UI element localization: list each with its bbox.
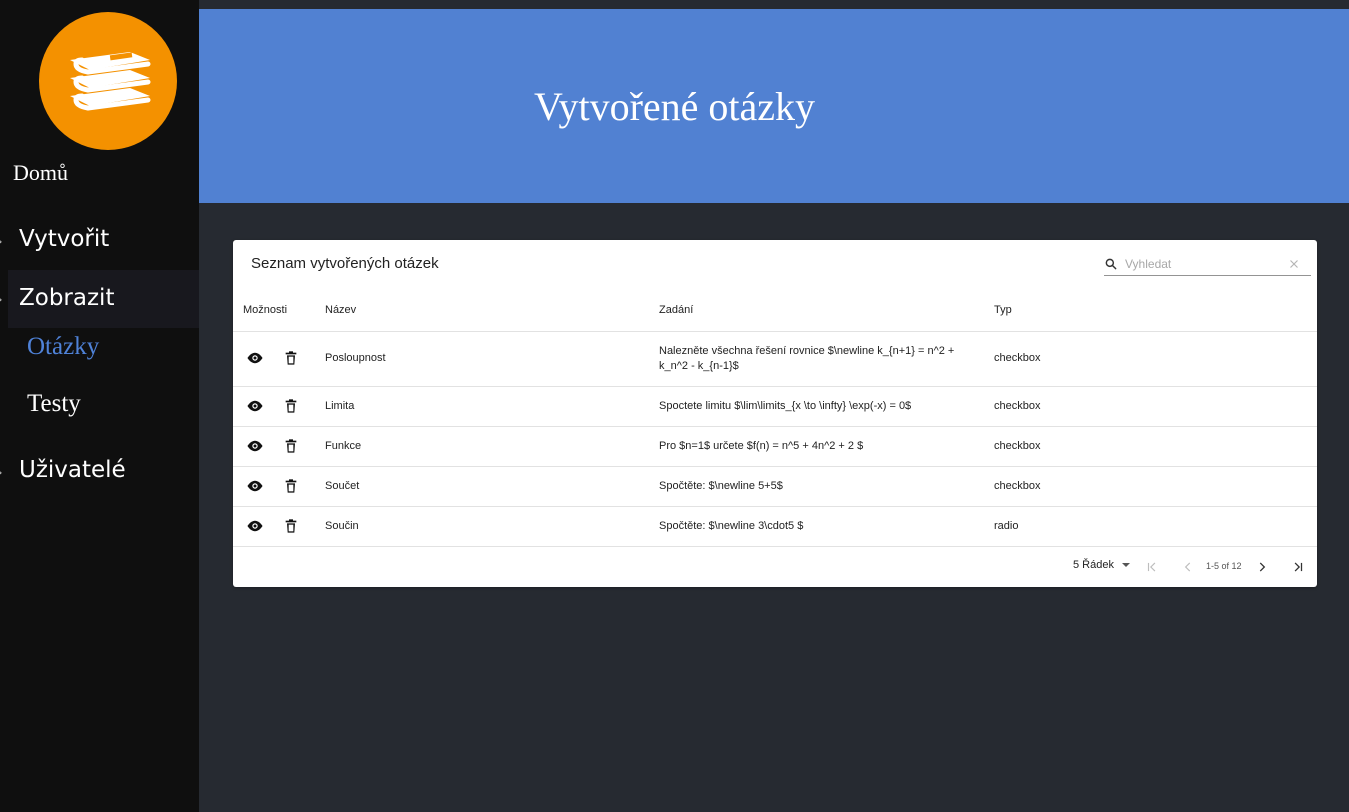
nav-users-label: Uživatelé — [19, 457, 126, 483]
row-task: Spoctete limitu $\lim\limits_{x \to \inf… — [659, 400, 912, 412]
trash-icon — [285, 351, 297, 365]
trash-icon — [285, 479, 297, 493]
first-page-icon — [1147, 562, 1156, 572]
row-name: Limita — [325, 400, 355, 412]
view-button[interactable] — [245, 516, 265, 536]
nav-create[interactable]: › Vytvořit — [0, 226, 199, 256]
row-type: checkbox — [994, 440, 1041, 452]
table-row: Limita Spoctete limitu $\lim\limits_{x \… — [233, 387, 1317, 426]
trash-icon — [285, 519, 297, 533]
row-divider — [233, 546, 1317, 547]
column-header-options: Možnosti — [243, 304, 288, 316]
nav-create-label: Vytvořit — [19, 226, 110, 252]
nav-sub-tests[interactable]: Testy — [27, 390, 81, 418]
view-button[interactable] — [245, 436, 265, 456]
delete-button[interactable] — [281, 436, 301, 456]
row-name: Součet — [325, 480, 360, 492]
last-page-icon — [1294, 562, 1303, 572]
row-type: radio — [994, 520, 1019, 532]
page-header: Vytvořené otázky — [199, 9, 1349, 203]
table-row: Součin Spočtěte: $\newline 3\cdot5 $ rad… — [233, 507, 1317, 546]
column-header-task[interactable]: Zadání — [659, 304, 693, 316]
nav-show[interactable]: › Zobrazit — [0, 270, 199, 328]
row-type: checkbox — [994, 352, 1041, 364]
row-name: Posloupnost — [325, 352, 386, 364]
search-input[interactable] — [1125, 254, 1285, 274]
next-page-icon — [1259, 562, 1266, 572]
table-row: Posloupnost Nalezněte všechna řešení rov… — [233, 332, 1317, 386]
logo[interactable] — [39, 12, 177, 150]
row-type: checkbox — [994, 400, 1041, 412]
nav-sub-questions[interactable]: Otázky — [27, 333, 99, 361]
chevron-right-icon: › — [0, 235, 2, 248]
row-type: checkbox — [994, 480, 1041, 492]
table-row: Součet Spočtěte: $\newline 5+5$ checkbox — [233, 467, 1317, 506]
chevron-down-icon — [1121, 563, 1130, 568]
nav-show-label: Zobrazit — [19, 285, 115, 311]
table-row: Funkce Pro $n=1$ určete $f(n) = n^5 + 4n… — [233, 427, 1317, 466]
sidebar: Domů › Vytvořit › Zobrazit Otázky Testy … — [0, 0, 199, 812]
rows-per-page-select[interactable]: 5 Řádek — [1073, 559, 1130, 571]
search-icon — [1105, 258, 1117, 270]
chevron-down-icon: › — [0, 293, 2, 306]
nav-home[interactable]: Domů — [13, 160, 68, 186]
delete-button[interactable] — [281, 516, 301, 536]
page-range: 1-5 of 12 — [1206, 561, 1242, 571]
column-header-name[interactable]: Název — [325, 304, 356, 316]
books-icon — [70, 52, 151, 111]
table-title: Seznam vytvořených otázek — [251, 255, 439, 272]
delete-button[interactable] — [281, 476, 301, 496]
row-task: Spočtěte: $\newline 5+5$ — [659, 480, 783, 492]
top-bar — [199, 0, 1349, 9]
delete-button[interactable] — [281, 348, 301, 368]
last-page-button[interactable] — [1289, 558, 1307, 576]
eye-icon — [247, 520, 263, 532]
trash-icon — [285, 399, 297, 413]
clear-icon[interactable] — [1287, 257, 1301, 271]
row-task: Nalezněte všechna řešení rovnice $\newli… — [659, 345, 955, 372]
column-header-type[interactable]: Typ — [994, 304, 1012, 316]
eye-icon — [247, 480, 263, 492]
search-box — [1104, 254, 1311, 276]
row-name: Funkce — [325, 440, 362, 452]
eye-icon — [247, 400, 263, 412]
chevron-right-icon: › — [0, 466, 2, 479]
trash-icon — [285, 439, 297, 453]
nav-users[interactable]: › Uživatelé — [0, 457, 199, 487]
next-page-button[interactable] — [1253, 558, 1271, 576]
rows-per-page-value: 5 Řádek — [1073, 559, 1114, 571]
first-page-button[interactable] — [1143, 558, 1161, 576]
prev-page-button[interactable] — [1179, 558, 1197, 576]
view-button[interactable] — [245, 476, 265, 496]
eye-icon — [247, 352, 263, 364]
eye-icon — [247, 440, 263, 452]
delete-button[interactable] — [281, 396, 301, 416]
questions-table-card: Seznam vytvořených otázek Možnosti Název… — [233, 240, 1317, 587]
view-button[interactable] — [245, 348, 265, 368]
row-task: Spočtěte: $\newline 3\cdot5 $ — [659, 520, 804, 532]
prev-page-icon — [1184, 562, 1191, 572]
page-title: Vytvořené otázky — [534, 84, 816, 129]
row-name: Součin — [325, 520, 359, 532]
view-button[interactable] — [245, 396, 265, 416]
row-task: Pro $n=1$ určete $f(n) = n^5 + 4n^2 + 2 … — [659, 440, 864, 452]
